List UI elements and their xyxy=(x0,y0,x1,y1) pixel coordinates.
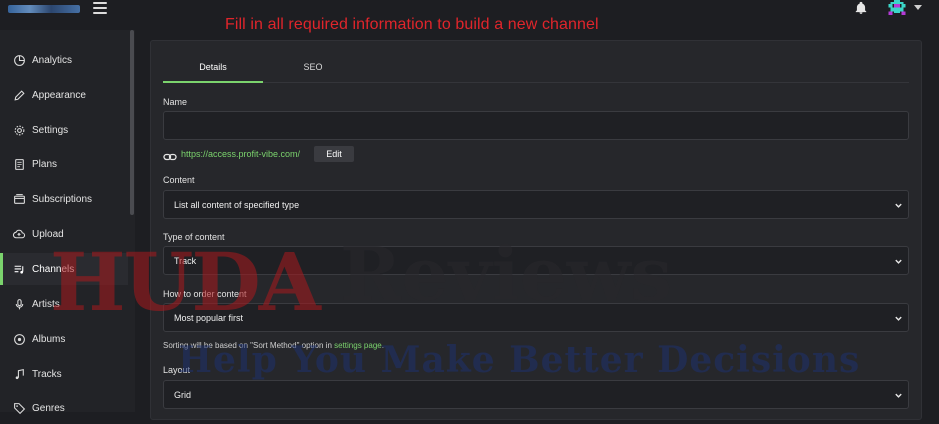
sidebar-item-genres[interactable]: Genres xyxy=(0,392,128,424)
chevron-down-icon[interactable] xyxy=(914,5,922,10)
instruction-banner: Fill in all required information to buil… xyxy=(225,16,599,33)
document-icon xyxy=(12,157,26,171)
pixel-avatar-icon[interactable] xyxy=(886,0,908,17)
tag-icon xyxy=(12,401,26,415)
content-type-value: Track xyxy=(174,256,197,266)
link-icon xyxy=(163,149,177,161)
music-note-icon xyxy=(12,367,26,381)
album-icon xyxy=(12,332,26,346)
sidebar-item-tracks[interactable]: Tracks xyxy=(0,358,128,390)
sidebar-item-upload[interactable]: Upload xyxy=(0,218,128,250)
gear-icon xyxy=(12,123,26,137)
form-tabs: Details SEO xyxy=(163,55,909,83)
order-select[interactable]: Most popular first xyxy=(163,303,909,332)
sidebar-item-label: Appearance xyxy=(32,89,86,101)
sidebar-item-settings[interactable]: Settings xyxy=(0,114,128,146)
content-label: Content xyxy=(163,175,195,185)
sidebar-item-label: Albums xyxy=(32,333,66,345)
help-suffix: . xyxy=(381,341,384,350)
sidebar-item-appearance[interactable]: Appearance xyxy=(0,79,128,111)
sort-help-text: Sorting will be based on "Sort Method" o… xyxy=(163,341,384,350)
layout-select[interactable]: Grid xyxy=(163,380,909,409)
layout-label: Layout xyxy=(163,365,191,375)
order-label: How to order content xyxy=(163,289,247,299)
edit-url-button[interactable]: Edit xyxy=(314,146,354,162)
channel-url-row: https://access.profit-vibe.com/ xyxy=(163,146,300,162)
cloud-upload-icon xyxy=(12,227,26,241)
sidebar-item-label: Channels xyxy=(32,263,75,275)
sidebar-item-label: Upload xyxy=(32,228,64,240)
channel-form-panel xyxy=(150,40,922,420)
app-logo[interactable] xyxy=(8,5,80,13)
sidebar-item-label: Settings xyxy=(32,124,69,136)
content-select-value: List all content of specified type xyxy=(174,200,300,210)
layout-select-value: Grid xyxy=(174,390,192,400)
settings-page-link[interactable]: settings page xyxy=(334,341,382,350)
sidebar-item-label: Tracks xyxy=(32,368,62,380)
name-label: Name xyxy=(163,97,188,107)
type-label: Type of content xyxy=(163,232,225,242)
content-type-select[interactable]: Track xyxy=(163,246,909,275)
sidebar-item-label: Analytics xyxy=(32,54,73,66)
pie-chart-icon xyxy=(12,53,26,67)
sidebar-item-analytics[interactable]: Analytics xyxy=(0,44,128,76)
top-bar: Fill in all required information to buil… xyxy=(0,0,939,33)
chevron-down-icon xyxy=(895,259,902,264)
sidebar-item-artists[interactable]: Artists xyxy=(0,288,128,320)
sidebar-item-plans[interactable]: Plans xyxy=(0,148,128,180)
brush-icon xyxy=(12,88,26,102)
help-prefix: Sorting will be based on "Sort Method" o… xyxy=(163,341,335,350)
sidebar-item-albums[interactable]: Albums xyxy=(0,323,128,355)
content-select[interactable]: List all content of specified type xyxy=(163,190,909,219)
order-select-value: Most popular first xyxy=(174,313,244,323)
microphone-icon xyxy=(12,297,26,311)
chevron-down-icon xyxy=(895,316,902,321)
playlist-icon xyxy=(12,262,26,276)
bell-icon[interactable] xyxy=(854,1,868,15)
chevron-down-icon xyxy=(895,393,902,398)
name-input[interactable] xyxy=(163,111,909,140)
channel-url-link[interactable]: https://access.profit-vibe.com/ xyxy=(181,149,300,159)
tab-details[interactable]: Details xyxy=(163,55,263,83)
sidebar-item-channels[interactable]: Channels xyxy=(0,253,128,285)
hamburger-icon[interactable] xyxy=(93,2,107,14)
sidebar-item-label: Plans xyxy=(32,158,58,170)
sidebar-item-label: Artists xyxy=(32,298,60,310)
chevron-down-icon xyxy=(895,203,902,208)
sidebar-item-subscriptions[interactable]: Subscriptions xyxy=(0,183,128,215)
sidebar-scrollbar[interactable] xyxy=(130,30,134,215)
wallet-icon xyxy=(12,192,26,206)
tab-seo[interactable]: SEO xyxy=(263,55,363,83)
sidebar-item-label: Subscriptions xyxy=(32,193,93,205)
